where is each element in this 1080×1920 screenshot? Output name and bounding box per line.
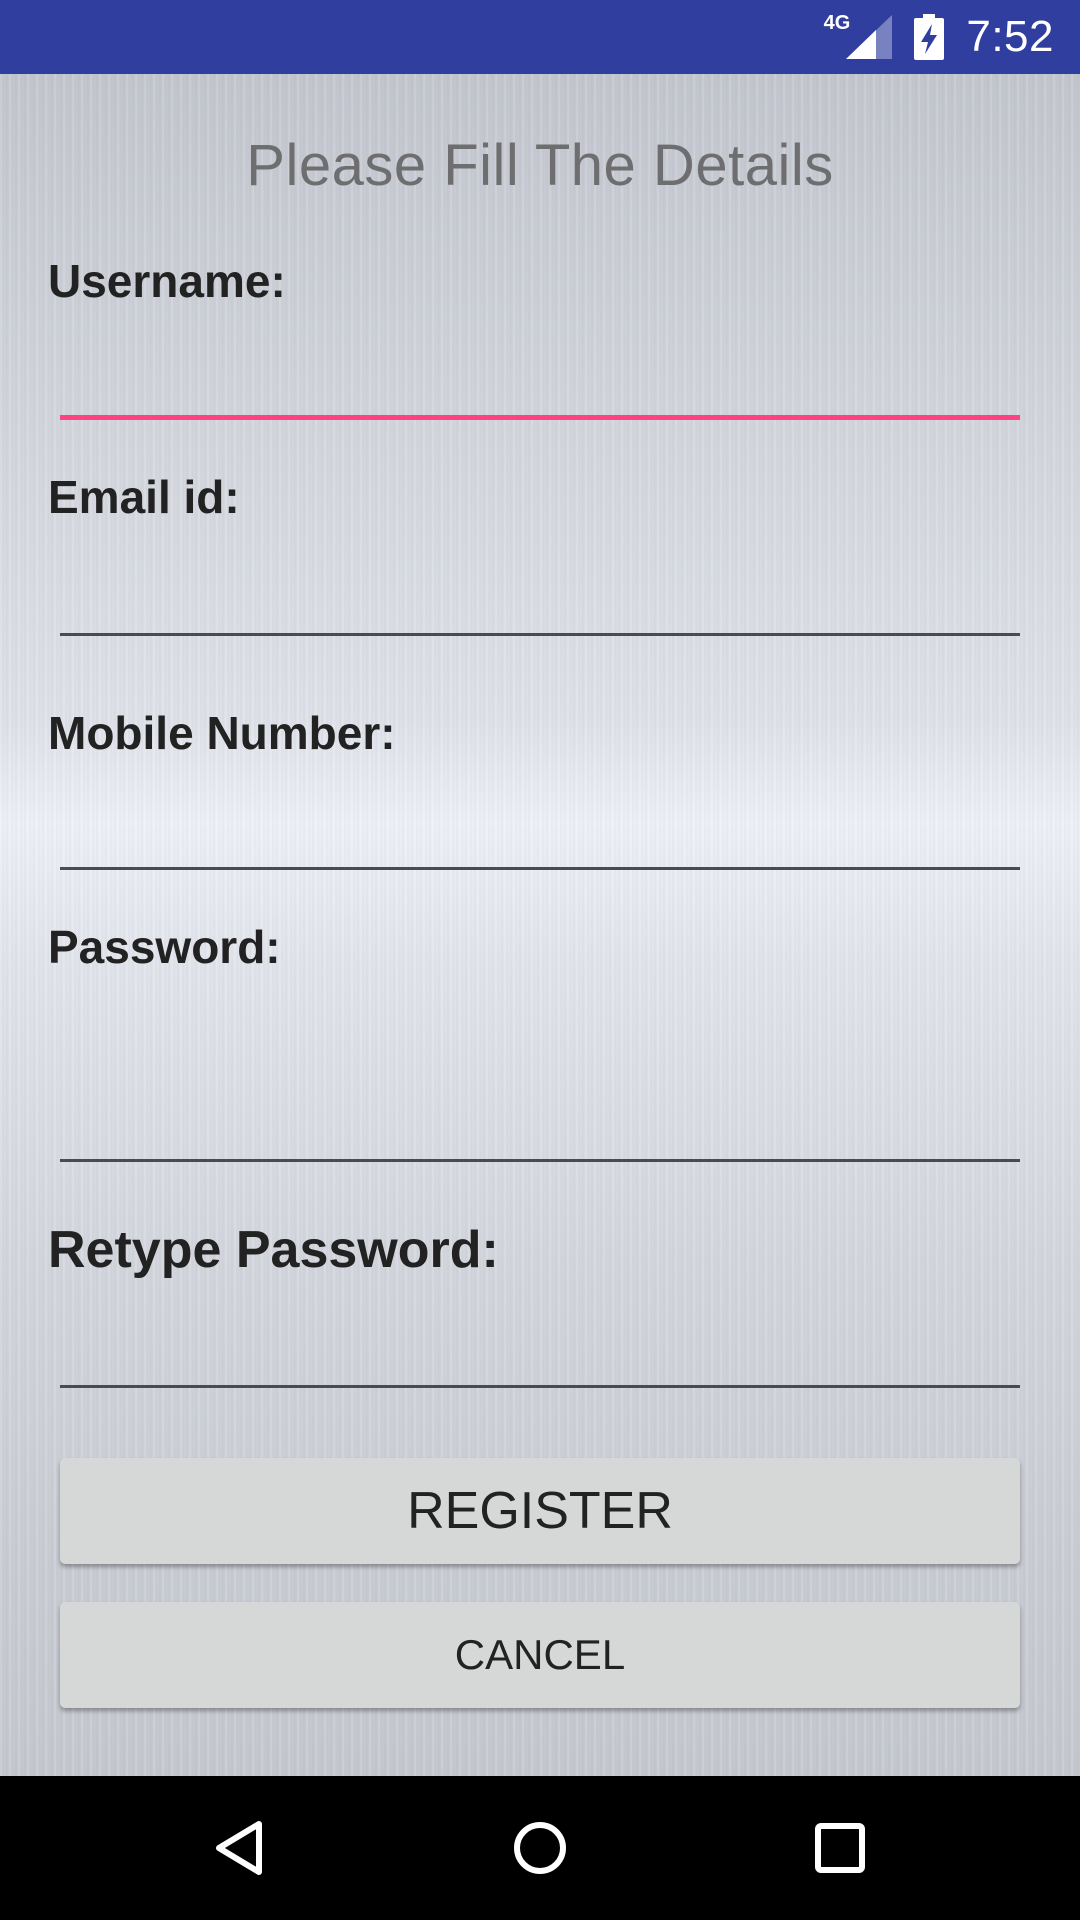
clock: 7:52 bbox=[966, 12, 1054, 61]
password-label: Password: bbox=[48, 921, 281, 973]
mobile-number-input[interactable] bbox=[60, 814, 1020, 870]
network-type-label: 4G bbox=[823, 11, 851, 34]
email-input[interactable] bbox=[60, 580, 1020, 636]
retype-password-input[interactable] bbox=[60, 1332, 1020, 1388]
username-input[interactable] bbox=[60, 364, 1020, 420]
status-bar: 4G 7:52 bbox=[0, 0, 1080, 74]
username-label: Username: bbox=[48, 255, 286, 307]
battery-charging-icon bbox=[914, 14, 945, 60]
cancel-button[interactable]: CANCEL bbox=[60, 1602, 1020, 1708]
retype-password-label: Retype Password: bbox=[48, 1221, 499, 1279]
back-icon[interactable] bbox=[210, 1818, 270, 1878]
mobile-number-label: Mobile Number: bbox=[48, 707, 396, 759]
register-button[interactable]: REGISTER bbox=[60, 1458, 1020, 1564]
register-form: Please Fill The Details Username: Email … bbox=[0, 74, 1080, 1776]
app-screen: 4G 7:52 Please Fill The Details Username… bbox=[0, 0, 1080, 1920]
home-icon[interactable] bbox=[510, 1818, 570, 1878]
email-label: Email id: bbox=[48, 471, 240, 523]
password-input[interactable] bbox=[60, 1106, 1020, 1162]
navigation-bar bbox=[0, 1776, 1080, 1920]
recent-apps-icon[interactable] bbox=[810, 1818, 870, 1878]
page-title: Please Fill The Details bbox=[246, 133, 834, 198]
signal-icon bbox=[846, 15, 893, 59]
status-icons: 4G 7:52 bbox=[824, 0, 1054, 74]
